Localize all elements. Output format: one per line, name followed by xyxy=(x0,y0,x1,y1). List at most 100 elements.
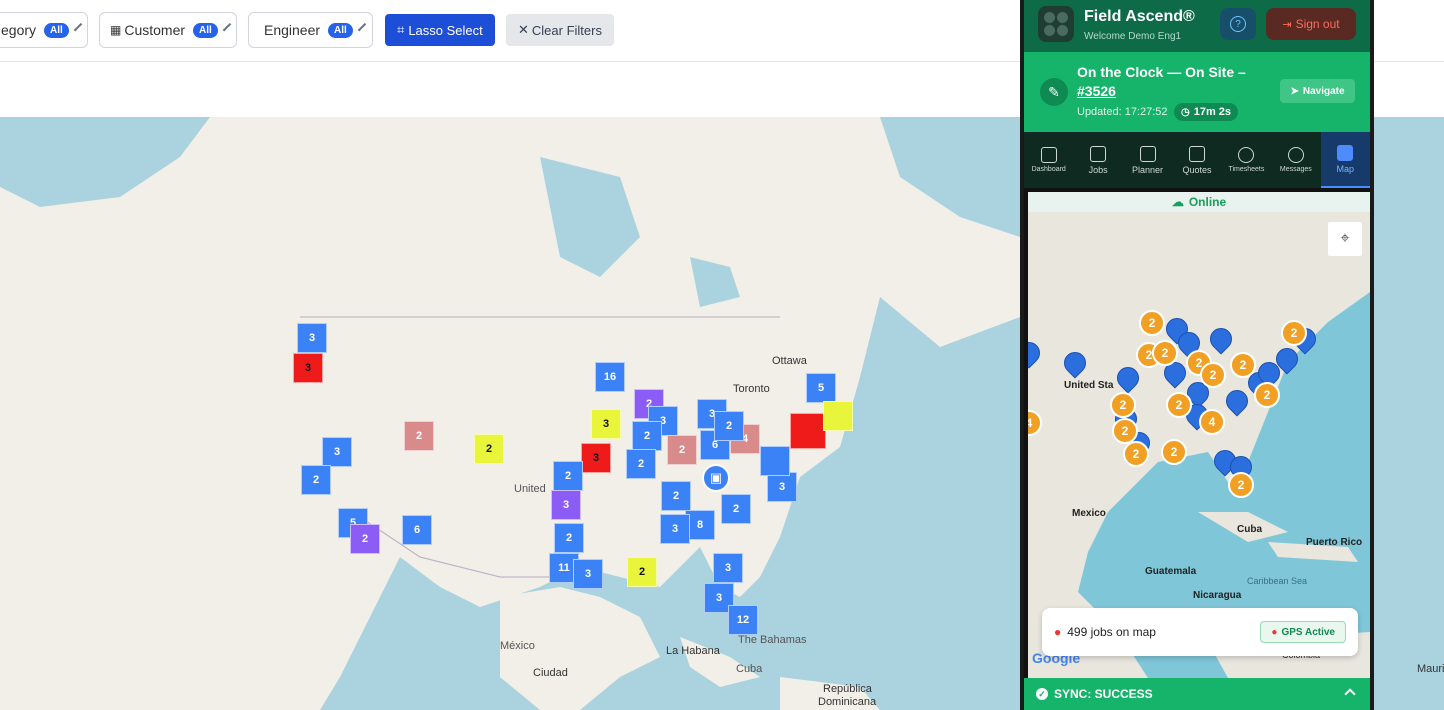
job-cluster-marker[interactable]: 5 xyxy=(806,373,836,403)
job-cluster[interactable]: 2 xyxy=(1230,352,1256,378)
jobs-summary-card: ● 499 jobs on map ● GPS Active xyxy=(1042,608,1358,656)
tab-jobs[interactable]: Jobs xyxy=(1073,132,1122,188)
chevron-down-icon xyxy=(222,22,232,32)
job-cluster-marker[interactable]: 16 xyxy=(595,362,625,392)
job-cluster[interactable]: 4 xyxy=(1199,409,1225,435)
clock-icon xyxy=(1238,147,1255,163)
lasso-select-button[interactable]: ⌗ Lasso Select xyxy=(385,14,495,46)
chevron-down-icon xyxy=(357,22,367,32)
map-label-mauri: Mauri xyxy=(1417,663,1444,675)
engineer-filter-badge: All xyxy=(328,22,353,38)
category-filter-label: egory xyxy=(1,22,37,38)
clear-filters-button[interactable]: ✕ Clear Filters xyxy=(506,14,614,46)
sign-out-label: Sign out xyxy=(1295,17,1340,31)
job-cluster-marker[interactable]: 3 xyxy=(551,490,581,520)
welcome-text: Welcome Demo Eng1 xyxy=(1084,31,1182,42)
job-cluster-marker[interactable]: 2 xyxy=(661,481,691,511)
job-cluster-marker-cluster[interactable] xyxy=(790,413,826,449)
check-circle-icon: ✓ xyxy=(1036,688,1048,700)
document-icon xyxy=(1188,145,1205,162)
map-label-habana: La Habana xyxy=(666,645,720,657)
timer-badge: ◷ 17m 2s xyxy=(1174,103,1239,121)
map-label-cuba: Cuba xyxy=(1237,524,1262,535)
job-cluster[interactable]: 2 xyxy=(1200,362,1226,388)
locate-me-button[interactable]: ⌖ xyxy=(1328,222,1362,256)
job-link[interactable]: #3526 xyxy=(1077,83,1116,99)
tab-messages[interactable]: Messages xyxy=(1271,132,1320,188)
job-cluster[interactable]: 2 xyxy=(1228,472,1254,498)
gps-status-badge: ● GPS Active xyxy=(1260,621,1346,643)
job-cluster-marker[interactable]: 3 xyxy=(581,443,611,473)
wrench-icon: ✎ xyxy=(1040,78,1068,106)
job-cluster[interactable]: 2 xyxy=(1152,340,1178,366)
navigate-button[interactable]: ➤ Navigate xyxy=(1280,79,1355,103)
map-label-puerto-rico: Puerto Rico xyxy=(1306,537,1363,548)
job-cluster-marker[interactable]: 2 xyxy=(474,434,504,464)
job-cluster[interactable]: 2 xyxy=(1166,392,1192,418)
map-label-dominicana: Dominicana xyxy=(818,696,877,708)
job-cluster-marker[interactable]: 2 xyxy=(721,494,751,524)
app-name: Field Ascend® xyxy=(1084,8,1195,25)
customer-filter-label: Customer xyxy=(124,22,186,38)
job-cluster-marker[interactable]: 2 xyxy=(301,465,331,495)
job-cluster-marker[interactable]: 3 xyxy=(322,437,352,467)
job-cluster-marker[interactable]: 6 xyxy=(402,515,432,545)
customer-filter[interactable]: ▦ Customer All xyxy=(99,12,237,48)
job-cluster-marker[interactable]: 2 xyxy=(626,449,656,479)
building-icon: ▦ xyxy=(110,23,122,37)
tab-label: Dashboard xyxy=(1031,166,1066,173)
job-cluster-marker[interactable]: 2 xyxy=(627,557,657,587)
job-cluster-marker[interactable]: 2 xyxy=(714,411,744,441)
clover-logo-icon xyxy=(1038,6,1074,42)
job-cluster-marker[interactable]: 2 xyxy=(350,524,380,554)
job-cluster[interactable]: 2 xyxy=(1139,310,1165,336)
cloud-icon: ☁ xyxy=(1171,195,1184,209)
job-cluster-marker[interactable]: 2 xyxy=(554,523,584,553)
job-cluster-marker[interactable]: 3 xyxy=(293,353,323,383)
job-cluster-marker[interactable]: 3 xyxy=(591,409,621,439)
job-cluster[interactable]: 2 xyxy=(1281,320,1307,346)
job-cluster-marker[interactable]: 12 xyxy=(728,605,758,635)
map-label-republica: República xyxy=(823,683,872,695)
job-cluster[interactable]: 2 xyxy=(1123,441,1149,467)
job-cluster[interactable]: 2 xyxy=(1110,392,1136,418)
briefcase-icon xyxy=(1090,145,1107,162)
job-cluster-marker[interactable]: 3 xyxy=(713,553,743,583)
sync-status-bar[interactable]: ✓ SYNC: SUCCESS xyxy=(1024,678,1370,710)
engineer-filter[interactable]: Engineer All xyxy=(248,12,373,48)
tab-timesheets[interactable]: Timesheets xyxy=(1222,132,1271,188)
mobile-map-panel: ☁ Online ⌖ United Sta Mexico Cuba Puerto… xyxy=(1028,192,1370,678)
location-pin-icon: ● xyxy=(1271,626,1278,638)
job-cluster-marker[interactable]: 2 xyxy=(553,461,583,491)
online-label: Online xyxy=(1188,195,1227,209)
location-pin-icon: ● xyxy=(1054,625,1062,639)
map-icon xyxy=(1337,144,1354,161)
job-cluster-marker[interactable]: 2 xyxy=(667,435,697,465)
tab-quotes[interactable]: Quotes xyxy=(1172,132,1221,188)
tab-map[interactable]: Map xyxy=(1320,132,1370,188)
help-icon[interactable]: ? xyxy=(1220,8,1256,40)
chevron-up-icon xyxy=(1344,688,1356,700)
job-cluster-marker[interactable]: 2 xyxy=(404,421,434,451)
tab-planner[interactable]: Planner xyxy=(1123,132,1172,188)
mobile-app-preview: Field Ascend® Welcome Demo Eng1 ? ⇥ Sign… xyxy=(1020,0,1374,710)
sign-out-button[interactable]: ⇥ Sign out xyxy=(1266,8,1356,40)
job-cluster-marker[interactable]: 3 xyxy=(297,323,327,353)
category-filter[interactable]: egory All xyxy=(0,12,88,48)
job-cluster-marker[interactable]: 3 xyxy=(767,472,797,502)
job-cluster-marker-cluster[interactable] xyxy=(760,446,790,476)
job-cluster-marker[interactable]: 3 xyxy=(573,559,603,589)
job-cluster-marker[interactable]: 3 xyxy=(660,514,690,544)
tab-dashboard[interactable]: Dashboard xyxy=(1024,132,1073,188)
briefcase-icon[interactable]: ▣ xyxy=(702,464,730,492)
engineer-filter-label: Engineer xyxy=(264,22,321,38)
map-label-nicaragua: Nicaragua xyxy=(1193,590,1242,601)
job-cluster-marker[interactable]: 2 xyxy=(632,421,662,451)
tab-label: Messages xyxy=(1279,166,1312,173)
map-label-ottawa: Ottawa xyxy=(772,355,807,367)
timer-text: 17m 2s xyxy=(1193,106,1232,118)
job-cluster[interactable]: 2 xyxy=(1161,439,1187,465)
map-label-cuba: Cuba xyxy=(736,663,763,675)
job-cluster[interactable]: 2 xyxy=(1254,382,1280,408)
job-cluster-marker-cluster[interactable] xyxy=(823,401,853,431)
